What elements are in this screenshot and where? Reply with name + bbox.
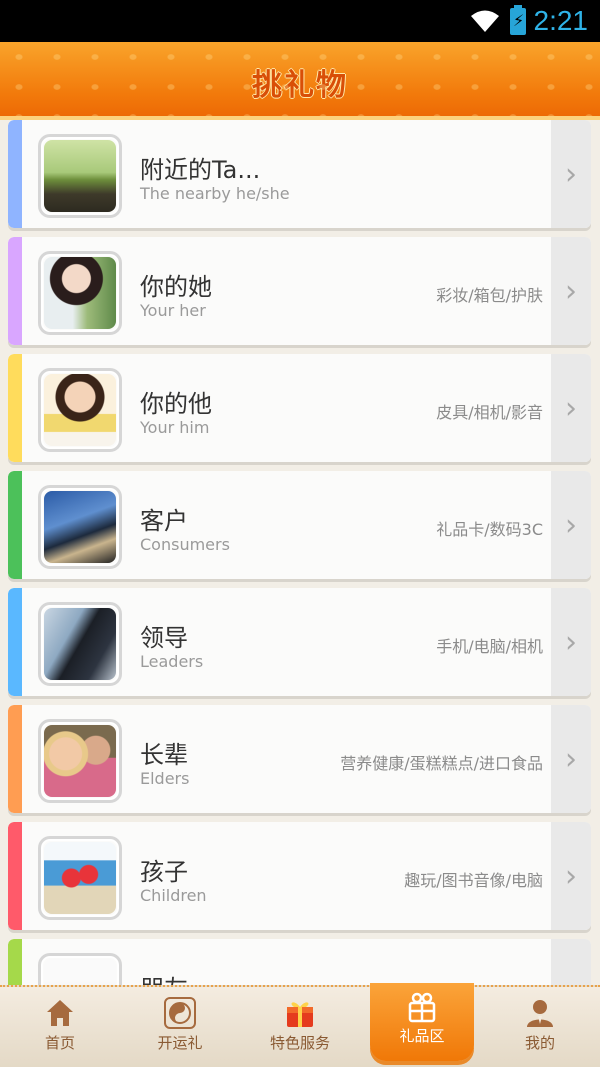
category-thumbnail <box>38 251 122 335</box>
category-tags: 礼品卡/数码3C <box>436 520 543 539</box>
category-item-children[interactable]: 孩子 Children 趣玩/图书音像/电脑 › <box>8 822 591 930</box>
category-thumbnail <box>38 953 122 985</box>
category-tags: 皮具/相机/影音 <box>436 403 543 422</box>
category-item-friends[interactable]: 朋友 › <box>8 939 591 985</box>
status-time: 2:21 <box>533 5 589 36</box>
category-tags: 手机/电脑/相机 <box>436 637 543 656</box>
category-name-en: The nearby he/she <box>140 184 290 203</box>
category-color-strip <box>8 237 22 345</box>
chevron-right-icon[interactable]: › <box>551 822 591 930</box>
category-tags: 彩妆/箱包/护肤 <box>436 286 543 305</box>
category-item-nearby[interactable]: 附近的Ta... The nearby he/she › <box>8 120 591 228</box>
bottom-nav: 首页 开运礼 特色服务 礼品区 我的 <box>0 983 600 1067</box>
category-name-en: Leaders <box>140 652 204 671</box>
category-tags: 趣玩/图书音像/电脑 <box>404 871 543 890</box>
category-color-strip <box>8 120 22 228</box>
wifi-icon <box>471 10 499 32</box>
category-name-en: Your her <box>140 301 206 320</box>
tab-label: 礼品区 <box>399 1027 445 1045</box>
category-thumbnail <box>38 368 122 452</box>
tab-label: 特色服务 <box>269 1034 330 1052</box>
tab-lucky-gift[interactable]: 开运礼 <box>120 987 240 1067</box>
header-bar: 挑礼物 <box>0 42 600 120</box>
category-name-en: Your him <box>140 418 210 437</box>
tab-special-service[interactable]: 特色服务 <box>240 987 360 1067</box>
tab-mine[interactable]: 我的 <box>480 987 600 1067</box>
category-name: 你的他 <box>140 390 212 418</box>
category-name: 领导 <box>140 624 188 652</box>
chevron-right-icon[interactable]: › <box>551 939 591 985</box>
tab-label: 首页 <box>44 1034 75 1052</box>
category-color-strip <box>8 822 22 930</box>
home-icon <box>47 1000 73 1026</box>
category-list: 附近的Ta... The nearby he/she › 你的她 Your he… <box>0 120 600 985</box>
category-color-strip <box>8 939 22 985</box>
category-name-en: Children <box>140 886 207 905</box>
tab-label: 我的 <box>524 1034 555 1052</box>
yin-yang-icon <box>164 997 196 1029</box>
tab-gift-zone[interactable]: 礼品区 <box>370 983 474 1061</box>
chevron-right-icon[interactable]: › <box>551 237 591 345</box>
category-name-en: Consumers <box>140 535 230 554</box>
category-thumbnail <box>38 719 122 803</box>
category-color-strip <box>8 354 22 462</box>
category-name: 长辈 <box>140 741 188 769</box>
category-tags: 营养健康/蛋糕糕点/进口食品 <box>340 754 543 773</box>
category-color-strip <box>8 471 22 579</box>
category-item-leaders[interactable]: 领导 Leaders 手机/电脑/相机 › <box>8 588 591 696</box>
chevron-right-icon[interactable]: › <box>551 354 591 462</box>
category-thumbnail <box>38 602 122 686</box>
category-item-elders[interactable]: 长辈 Elders 营养健康/蛋糕糕点/进口食品 › <box>8 705 591 813</box>
category-thumbnail <box>38 836 122 920</box>
chevron-right-icon[interactable]: › <box>551 471 591 579</box>
category-name: 孩子 <box>140 858 188 886</box>
page-title: 挑礼物 <box>252 68 348 103</box>
status-bar: ⚡ 2:21 <box>0 0 600 42</box>
chevron-right-icon[interactable]: › <box>551 588 591 696</box>
category-item-your-him[interactable]: 你的他 Your him 皮具/相机/影音 › <box>8 354 591 462</box>
category-color-strip <box>8 588 22 696</box>
category-item-your-her[interactable]: 你的她 Your her 彩妆/箱包/护肤 › <box>8 237 591 345</box>
battery-charging-icon: ⚡ <box>510 5 526 35</box>
category-thumbnail <box>38 134 122 218</box>
category-name: 朋友 <box>140 969 188 985</box>
tab-label: 开运礼 <box>157 1034 203 1052</box>
user-icon <box>527 1000 553 1027</box>
category-name-en: Elders <box>140 769 190 788</box>
category-name: 附近的Ta... <box>140 156 261 184</box>
gift-icon <box>408 992 436 1023</box>
tab-home[interactable]: 首页 <box>0 987 120 1067</box>
category-name: 你的她 <box>140 273 212 301</box>
gift-box-icon <box>287 1002 313 1027</box>
category-thumbnail <box>38 485 122 569</box>
chevron-right-icon[interactable]: › <box>551 120 591 228</box>
chevron-right-icon[interactable]: › <box>551 705 591 813</box>
category-name: 客户 <box>140 507 188 535</box>
category-color-strip <box>8 705 22 813</box>
category-item-consumers[interactable]: 客户 Consumers 礼品卡/数码3C › <box>8 471 591 579</box>
